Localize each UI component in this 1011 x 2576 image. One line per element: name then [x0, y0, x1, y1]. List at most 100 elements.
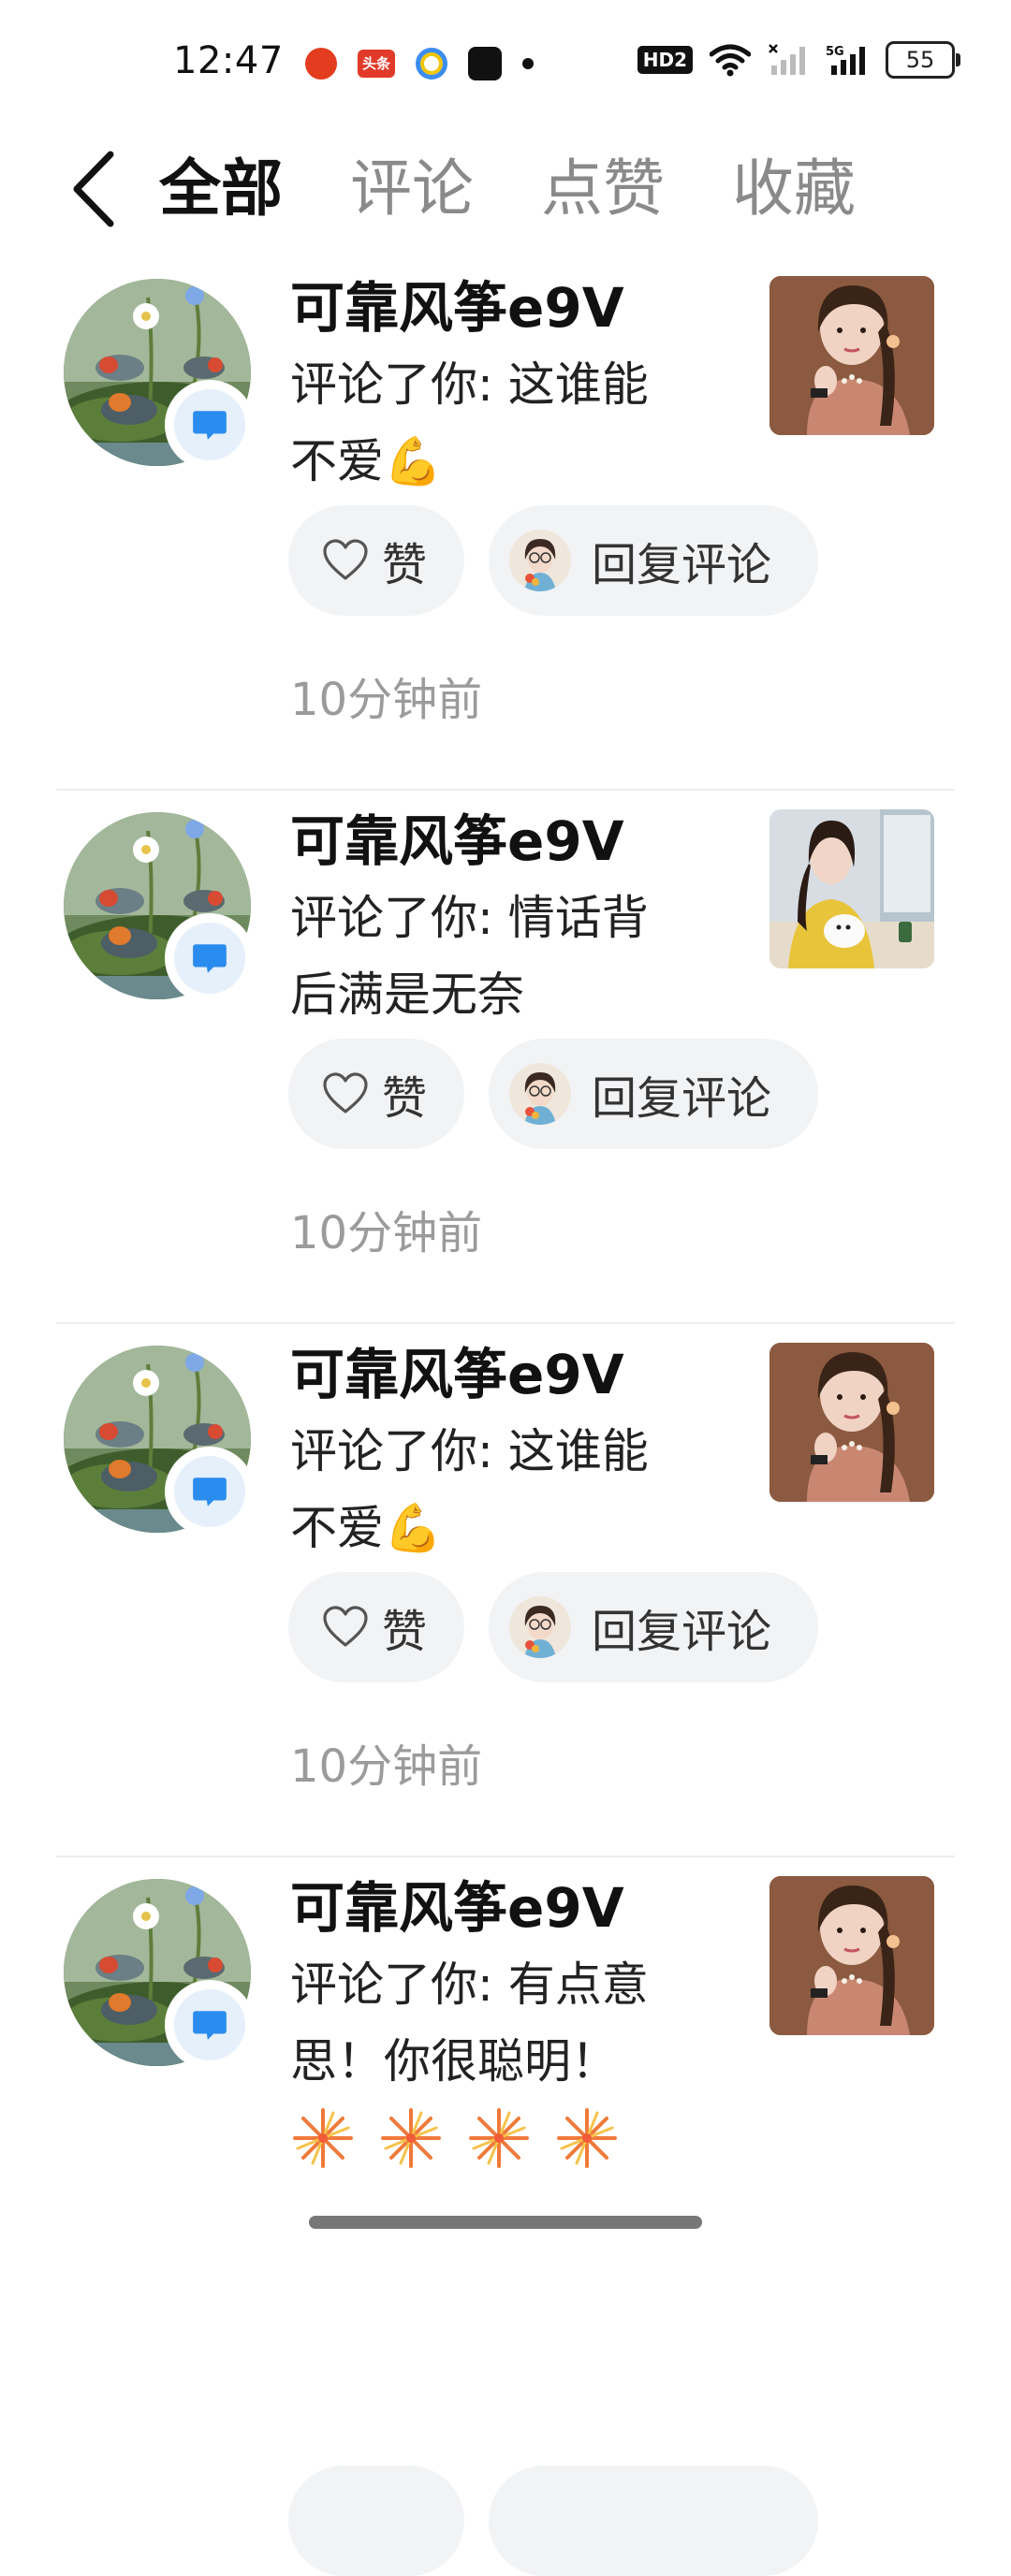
- signal-sim1-no-service-icon: [769, 44, 805, 75]
- username[interactable]: 可靠风筝e9V: [290, 271, 740, 344]
- user-avatar-wrapper[interactable]: [64, 1346, 251, 1533]
- comment-text[interactable]: 评论了你: 有点意 思！你很聪明！: [290, 1946, 740, 2100]
- post-thumbnail[interactable]: [769, 276, 934, 435]
- comment-type-badge: [165, 1447, 255, 1536]
- like-button[interactable]: [288, 2466, 464, 2576]
- reply-comment-button[interactable]: 回复评论: [489, 1039, 818, 1149]
- tab-comments[interactable]: 评论: [350, 147, 474, 231]
- like-label: 赞: [382, 539, 428, 591]
- divider: [56, 1322, 955, 1324]
- comment-text[interactable]: 评论了你: 情话背 后满是无奈: [290, 880, 740, 1033]
- comment-bubble-icon: [190, 405, 229, 444]
- comment-bubble-icon: [190, 1472, 229, 1511]
- my-avatar-icon: [509, 1596, 571, 1658]
- username[interactable]: 可靠风筝e9V: [290, 805, 740, 878]
- user-avatar-wrapper[interactable]: [64, 1879, 251, 2066]
- action-row: 赞 回复评论: [288, 1039, 818, 1149]
- comment-line: 评论了你: 情话背: [290, 891, 649, 945]
- more-notifications-dot-icon: [522, 58, 534, 69]
- tab-favorites[interactable]: 收藏: [732, 147, 856, 231]
- timestamp: 10分钟前: [290, 1740, 483, 1793]
- user-avatar-wrapper[interactable]: [64, 812, 251, 999]
- chevron-left-icon: [73, 151, 114, 227]
- toutiao-app-icon: [305, 48, 337, 80]
- comment-type-badge: [165, 380, 255, 470]
- timestamp: 10分钟前: [290, 1207, 483, 1259]
- comment-line: 不爱💪: [290, 434, 443, 488]
- post-thumbnail[interactable]: [769, 1876, 934, 2035]
- badge-inner: [174, 1456, 245, 1527]
- back-button[interactable]: [66, 147, 122, 231]
- battery-indicator: 55: [886, 41, 960, 79]
- reply-label: 回复评论: [592, 1072, 772, 1125]
- my-avatar-icon: [509, 1063, 571, 1125]
- divider: [56, 789, 955, 791]
- username[interactable]: 可靠风筝e9V: [290, 1871, 740, 1944]
- reply-label: 回复评论: [592, 539, 772, 591]
- firework-emoji-icon: [466, 2105, 532, 2171]
- action-row-partial: [288, 2466, 818, 2576]
- reply-comment-button[interactable]: [489, 2466, 818, 2576]
- post-thumbnail[interactable]: [769, 809, 934, 968]
- comment-bubble-icon: [190, 939, 229, 978]
- comment-line: 后满是无奈: [290, 968, 524, 1022]
- comment-line: 不爱💪: [290, 1501, 443, 1555]
- hd-voice-icon: HD2: [637, 46, 693, 74]
- comment-text[interactable]: 评论了你: 这谁能 不爱💪: [290, 346, 740, 500]
- tab-likes[interactable]: 点赞: [541, 147, 665, 231]
- status-right-icons: HD2 5G 55: [637, 41, 960, 79]
- home-gesture-bar[interactable]: [309, 2216, 702, 2229]
- badge-inner: [174, 1989, 245, 2060]
- notification-content[interactable]: 可靠风筝e9V 评论了你: 情话背 后满是无奈: [290, 805, 740, 1033]
- status-bar: 12:47 头条 HD2 5G 55: [0, 0, 1011, 122]
- tab-all[interactable]: 全部: [159, 147, 283, 231]
- comment-line: 评论了你: 有点意: [290, 1957, 649, 2012]
- svg-text:5G: 5G: [826, 45, 844, 59]
- username[interactable]: 可靠风筝e9V: [290, 1338, 740, 1411]
- notification-content[interactable]: 可靠风筝e9V 评论了你: 这谁能 不爱💪: [290, 1338, 740, 1566]
- action-row: 赞 回复评论: [288, 1572, 818, 1682]
- capcut-app-icon: [468, 47, 502, 80]
- toutiao-headline-icon: 头条: [358, 50, 395, 78]
- reply-comment-button[interactable]: 回复评论: [489, 505, 818, 616]
- comment-text[interactable]: 评论了你: 这谁能 不爱💪: [290, 1413, 740, 1566]
- notification-item[interactable]: 可靠风筝e9V 评论了你: 这谁能 不爱💪 赞 回复评论 10分钟前: [0, 1338, 1011, 1857]
- header: 全部 评论 点赞 收藏: [0, 126, 1011, 248]
- notification-icons: 头条: [305, 47, 534, 80]
- timestamp: 10分钟前: [290, 674, 483, 726]
- status-time: 12:47: [173, 39, 284, 82]
- notification-content[interactable]: 可靠风筝e9V 评论了你: 这谁能 不爱💪: [290, 271, 740, 500]
- badge-inner: [174, 389, 245, 460]
- heart-outline-icon: [322, 539, 369, 582]
- reply-comment-button[interactable]: 回复评论: [489, 1572, 818, 1682]
- firework-emoji-icon: [554, 2105, 620, 2171]
- comment-line: 思！你很聪明！: [290, 2034, 618, 2088]
- badge-inner: [174, 923, 245, 994]
- firework-emoji-row: [290, 2105, 740, 2171]
- signal-5g-icon: 5G: [826, 45, 865, 75]
- post-thumbnail[interactable]: [769, 1343, 934, 1502]
- notification-item[interactable]: 可靠风筝e9V 评论了你: 有点意 思！你很聪明！: [0, 1871, 1011, 2576]
- comment-bubble-icon: [190, 2005, 229, 2045]
- reply-label: 回复评论: [592, 1606, 772, 1658]
- firework-emoji-icon: [290, 2105, 356, 2171]
- like-button[interactable]: 赞: [288, 1572, 464, 1682]
- like-button[interactable]: 赞: [288, 505, 464, 616]
- notification-item[interactable]: 可靠风筝e9V 评论了你: 这谁能 不爱💪 赞 回复评论 10分钟前: [0, 271, 1011, 791]
- comment-line: 评论了你: 这谁能: [290, 357, 649, 412]
- comment-line: 评论了你: 这谁能: [290, 1424, 649, 1478]
- my-avatar-icon: [509, 530, 571, 591]
- heart-outline-icon: [322, 1072, 369, 1115]
- comment-type-badge: [165, 1980, 255, 2070]
- like-label: 赞: [382, 1072, 428, 1125]
- notification-item[interactable]: 可靠风筝e9V 评论了你: 情话背 后满是无奈 赞 回复评论 10分钟前: [0, 805, 1011, 1324]
- wifi-icon: [710, 44, 751, 77]
- like-button[interactable]: 赞: [288, 1039, 464, 1149]
- like-label: 赞: [382, 1606, 428, 1658]
- notification-content[interactable]: 可靠风筝e9V 评论了你: 有点意 思！你很聪明！: [290, 1871, 740, 2171]
- action-row: 赞 回复评论: [288, 505, 818, 616]
- firework-emoji-icon: [378, 2105, 444, 2171]
- user-avatar-wrapper[interactable]: [64, 279, 251, 466]
- tab-bar: 全部 评论 点赞 收藏: [159, 147, 856, 231]
- comment-type-badge: [165, 913, 255, 1003]
